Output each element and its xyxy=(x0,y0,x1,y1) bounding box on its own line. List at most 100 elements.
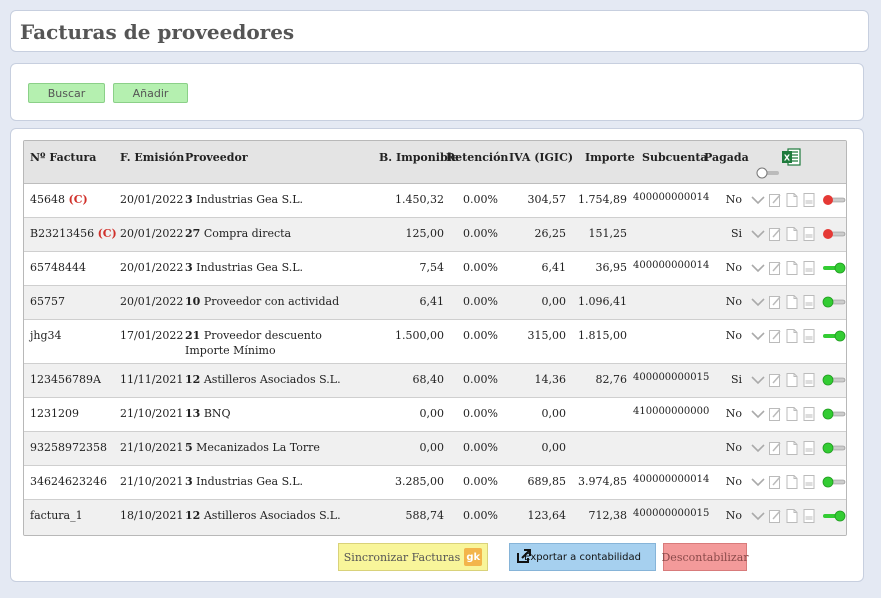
col-header-proveedor[interactable]: Proveedor xyxy=(185,151,248,164)
col-header-pagada[interactable]: Pagada xyxy=(704,151,749,164)
edit-icon[interactable] xyxy=(768,406,782,422)
factura-number: factura_1 xyxy=(30,509,83,522)
chevron-down-icon[interactable] xyxy=(751,406,765,422)
chevron-down-icon[interactable] xyxy=(751,508,765,524)
edit-icon[interactable] xyxy=(768,372,782,388)
table-row[interactable]: 1231209 21/10/2021 13 BNQ 0,00 0.00% 0,00 4100… xyxy=(24,398,846,432)
col-header-subcuenta[interactable]: Subcuenta xyxy=(642,151,708,164)
table-row[interactable]: jhg34 17/01/2022 21 Proveedor descuento Im… xyxy=(24,320,846,364)
pdf-icon[interactable] xyxy=(802,226,816,242)
excel-icon[interactable]: X xyxy=(781,147,801,167)
toggle-red-icon[interactable] xyxy=(822,192,846,208)
col-header-retencion[interactable]: Retención xyxy=(446,151,508,164)
document-icon[interactable] xyxy=(785,260,799,276)
toggle-red-icon[interactable] xyxy=(822,226,846,242)
base-cell: 0,00 xyxy=(419,407,445,420)
iva-cell: 26,25 xyxy=(534,227,567,240)
emision-cell: 20/01/2022 xyxy=(120,261,184,274)
document-icon[interactable] xyxy=(785,192,799,208)
pdf-icon[interactable] xyxy=(802,260,816,276)
anadir-button[interactable]: Añadir xyxy=(113,83,188,103)
edit-icon[interactable] xyxy=(768,508,782,524)
toggle-off-icon[interactable] xyxy=(756,166,780,180)
export-icon xyxy=(517,549,531,563)
edit-icon[interactable] xyxy=(768,440,782,456)
document-icon[interactable] xyxy=(785,328,799,344)
chevron-down-icon[interactable] xyxy=(751,372,765,388)
document-icon[interactable] xyxy=(785,440,799,456)
edit-icon[interactable] xyxy=(768,226,782,242)
retencion-cell: 0.00% xyxy=(463,509,498,522)
proveedor-name: Proveedor con actividad xyxy=(203,295,340,308)
descontabilizar-button[interactable]: Descontabilizar xyxy=(661,543,749,571)
proveedor-number: 27 xyxy=(185,227,201,240)
factura-number: 1231209 xyxy=(30,407,79,420)
toggle-off-icon[interactable] xyxy=(822,294,846,310)
pdf-icon[interactable] xyxy=(802,406,816,422)
document-icon[interactable] xyxy=(785,406,799,422)
edit-icon[interactable] xyxy=(768,260,782,276)
table-row[interactable]: B23213456 (C) 20/01/2022 27 Compra directa… xyxy=(24,218,846,252)
base-cell: 68,40 xyxy=(412,373,445,386)
table-header: Nº Factura F. Emisión Proveedor B. Impon… xyxy=(24,141,846,184)
document-icon[interactable] xyxy=(785,294,799,310)
col-header-factura[interactable]: Nº Factura xyxy=(30,151,96,164)
pdf-icon[interactable] xyxy=(802,328,816,344)
export-accounting-button[interactable]: Exportar a contabilidad xyxy=(509,543,656,571)
importe-cell: 151,25 xyxy=(588,227,628,240)
document-icon[interactable] xyxy=(785,474,799,490)
document-icon[interactable] xyxy=(785,372,799,388)
pdf-icon[interactable] xyxy=(802,294,816,310)
subcuenta-cell: 400000000015 xyxy=(633,508,710,519)
chevron-down-icon[interactable] xyxy=(751,474,765,490)
contabilizada-mark: (C) xyxy=(68,193,88,206)
edit-icon[interactable] xyxy=(768,328,782,344)
factura-number: jhg34 xyxy=(30,329,62,342)
toggle-off-icon[interactable] xyxy=(822,474,846,490)
toggle-on-icon[interactable] xyxy=(822,260,846,276)
toggle-off-icon[interactable] xyxy=(822,406,846,422)
buscar-button[interactable]: Buscar xyxy=(28,83,105,103)
chevron-down-icon[interactable] xyxy=(751,260,765,276)
document-icon[interactable] xyxy=(785,508,799,524)
col-header-importe[interactable]: Importe xyxy=(585,151,635,164)
factura-cell: 45648 (C) xyxy=(30,192,88,207)
iva-cell: 14,36 xyxy=(534,373,567,386)
table-row[interactable]: 93258972358 21/10/2021 5 Mecanizados La To… xyxy=(24,432,846,466)
toggle-on-icon[interactable] xyxy=(822,508,846,524)
chevron-down-icon[interactable] xyxy=(751,226,765,242)
pdf-icon[interactable] xyxy=(802,440,816,456)
table-row[interactable]: 123456789A 11/11/2021 12 Astilleros Asocia… xyxy=(24,364,846,398)
factura-number: 123456789A xyxy=(30,373,101,386)
table-row[interactable]: 34624623246 21/10/2021 3 Industrias Gea S.… xyxy=(24,466,846,500)
emision-cell: 20/01/2022 xyxy=(120,227,184,240)
table-row[interactable]: 65757 20/01/2022 10 Proveedor con activida… xyxy=(24,286,846,320)
search-panel: Buscar Añadir xyxy=(10,63,864,121)
chevron-down-icon[interactable] xyxy=(751,440,765,456)
col-header-emision[interactable]: F. Emisión xyxy=(120,151,184,164)
edit-icon[interactable] xyxy=(768,294,782,310)
pdf-icon[interactable] xyxy=(802,192,816,208)
chevron-down-icon[interactable] xyxy=(751,192,765,208)
pdf-icon[interactable] xyxy=(802,508,816,524)
edit-icon[interactable] xyxy=(768,192,782,208)
edit-icon[interactable] xyxy=(768,474,782,490)
retencion-cell: 0.00% xyxy=(463,475,498,488)
document-icon[interactable] xyxy=(785,226,799,242)
sync-invoices-button[interactable]: Sincronizar Facturas gk xyxy=(338,543,488,571)
table-row[interactable]: 45648 (C) 20/01/2022 3 Industrias Gea S.L.… xyxy=(24,184,846,218)
col-header-iva[interactable]: IVA (IGIC) xyxy=(509,151,573,164)
toggle-off-icon[interactable] xyxy=(822,372,846,388)
toggle-off-icon[interactable] xyxy=(822,440,846,456)
chevron-down-icon[interactable] xyxy=(751,328,765,344)
table-row[interactable]: 65748444 20/01/2022 3 Industrias Gea S.L. 7… xyxy=(24,252,846,286)
pdf-icon[interactable] xyxy=(802,474,816,490)
chevron-down-icon[interactable] xyxy=(751,294,765,310)
iva-cell: 0,00 xyxy=(541,441,567,454)
table-row[interactable]: factura_1 18/10/2021 12 Astilleros Asociad… xyxy=(24,500,846,535)
retencion-cell: 0.00% xyxy=(463,295,498,308)
factura-cell: 1231209 xyxy=(30,406,79,421)
base-cell: 7,54 xyxy=(419,261,445,274)
pdf-icon[interactable] xyxy=(802,372,816,388)
toggle-on-icon[interactable] xyxy=(822,328,846,344)
